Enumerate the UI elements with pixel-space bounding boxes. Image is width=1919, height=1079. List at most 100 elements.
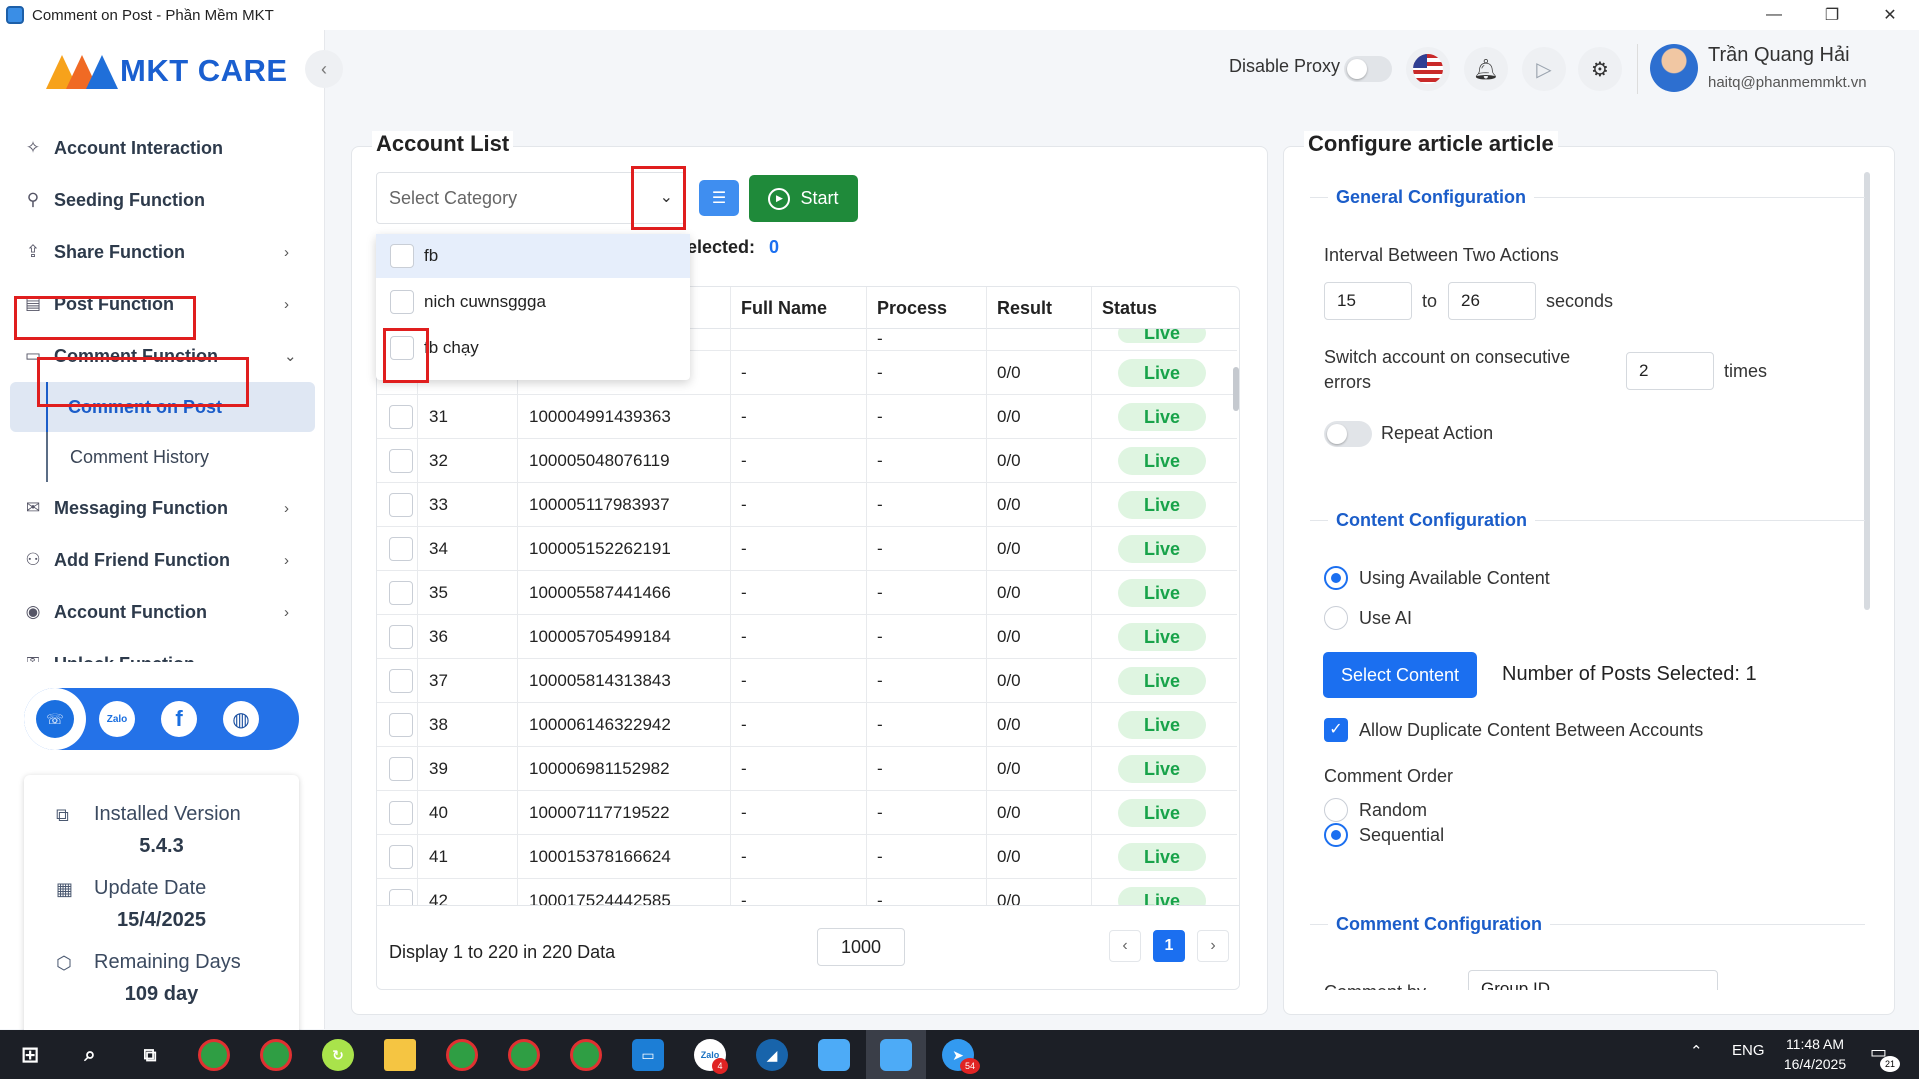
use-ai-radio[interactable] (1324, 606, 1348, 630)
row-checkbox[interactable] (389, 845, 413, 869)
sidebar-subitem-comment-history[interactable]: Comment History (46, 432, 325, 482)
notification-button[interactable]: 🔔︎ (1464, 47, 1508, 91)
row-checkbox[interactable] (389, 669, 413, 693)
order-random-radio[interactable] (1324, 798, 1348, 822)
chrome-icon[interactable] (260, 1039, 292, 1071)
search-icon[interactable]: ⌕ (74, 1039, 106, 1071)
chrome-icon[interactable] (446, 1039, 478, 1071)
table-row[interactable]: 37 100005814313843 - - 0/0 Live (377, 659, 1237, 703)
close-button[interactable]: ✕ (1861, 0, 1919, 30)
table-row[interactable]: 36 100005705499184 - - 0/0 Live (377, 615, 1237, 659)
chrome-icon[interactable] (198, 1039, 230, 1071)
interval-from-input[interactable]: 15 (1324, 282, 1412, 320)
filter-button[interactable]: ☰ (699, 180, 739, 216)
row-checkbox[interactable] (389, 801, 413, 825)
task-view-icon[interactable]: ⧉ (134, 1039, 166, 1071)
page-1-button[interactable]: 1 (1153, 930, 1185, 962)
file-explorer-icon[interactable] (384, 1039, 416, 1071)
sidebar-item-account-function[interactable]: ◉ Account Function › (0, 586, 325, 638)
option-checkbox[interactable] (390, 290, 414, 314)
facebook-link[interactable]: f (148, 688, 210, 750)
minimize-button[interactable]: — (1745, 0, 1803, 30)
table-row[interactable]: 38 100006146322942 - - 0/0 Live (377, 703, 1237, 747)
chrome-icon[interactable] (508, 1039, 540, 1071)
row-checkbox[interactable] (389, 581, 413, 605)
zalo-link[interactable]: Zalo (86, 688, 148, 750)
remote-desktop-icon[interactable]: ▭ (632, 1039, 664, 1071)
row-checkbox[interactable] (389, 405, 413, 429)
tutorial-button[interactable]: ▷ (1522, 47, 1566, 91)
website-link[interactable]: ◍ (210, 688, 272, 750)
mkt-app-icon[interactable] (818, 1039, 850, 1071)
row-checkbox[interactable] (389, 449, 413, 473)
column-header-full-name[interactable]: Full Name (741, 298, 827, 319)
table-row[interactable]: 42 100017524442585 - - 0/0 Live (377, 879, 1237, 905)
category-option-fb[interactable]: fb (376, 234, 690, 278)
category-option-nich-cuwnsggga[interactable]: nich cuwnsggga (376, 280, 690, 324)
start-button[interactable]: ▶ Start (749, 175, 858, 222)
chrome-icon[interactable] (570, 1039, 602, 1071)
chevron-up-icon[interactable]: ⌃ (1690, 1042, 1703, 1060)
table-row[interactable]: 40 100007117719522 - - 0/0 Live (377, 791, 1237, 835)
system-clock[interactable]: 11:48 AM 16/4/2025 (1780, 1034, 1850, 1074)
switch-account-input[interactable]: 2 (1626, 352, 1714, 390)
option-checkbox[interactable] (390, 244, 414, 268)
row-checkbox[interactable] (389, 625, 413, 649)
sidebar-subitem-comment-on-post[interactable]: Comment on Post (10, 382, 315, 432)
allow-duplicate-label: Allow Duplicate Content Between Accounts (1359, 720, 1704, 740)
windows-start-icon[interactable]: ⊞ (14, 1039, 46, 1071)
order-sequential-radio[interactable] (1324, 823, 1348, 847)
support-button[interactable]: ☏ (24, 688, 86, 750)
prev-page-button[interactable]: ‹ (1109, 930, 1141, 962)
row-checkbox[interactable] (389, 493, 413, 517)
sidebar-item-add-friend-function[interactable]: ⚇ Add Friend Function › (0, 534, 325, 586)
app-icon[interactable]: ↻ (322, 1039, 354, 1071)
row-checkbox[interactable] (389, 537, 413, 561)
chevron-down-icon[interactable]: ⌄ (660, 187, 673, 207)
row-checkbox[interactable] (389, 713, 413, 737)
config-scrollbar[interactable] (1864, 172, 1870, 610)
avatar[interactable] (1650, 44, 1698, 92)
table-row[interactable]: 41 100015378166624 - - 0/0 Live (377, 835, 1237, 879)
table-row[interactable]: 33 100005117983937 - - 0/0 Live (377, 483, 1237, 527)
sidebar-collapse-button[interactable]: ‹ (305, 50, 343, 88)
language-button[interactable] (1406, 47, 1450, 91)
table-row[interactable]: 35 100005587441466 - - 0/0 Live (377, 571, 1237, 615)
option-checkbox[interactable] (390, 336, 414, 360)
category-option-fb-chay[interactable]: fb chạy (376, 326, 690, 370)
mkt-care-icon[interactable] (880, 1039, 912, 1071)
category-select[interactable]: Select Category ⌄ (376, 172, 686, 224)
column-header-process[interactable]: Process (877, 298, 947, 319)
allow-duplicate-checkbox[interactable]: ✓ (1324, 718, 1348, 742)
sidebar-item-share-function[interactable]: ⇪ Share Function › (0, 226, 325, 278)
table-row[interactable]: 31 100004991439363 - - 0/0 Live (377, 395, 1237, 439)
table-row[interactable]: 39 100006981152982 - - 0/0 Live (377, 747, 1237, 791)
repeat-action-toggle[interactable] (1324, 421, 1372, 447)
app-icon[interactable]: ◢ (756, 1039, 788, 1071)
row-checkbox[interactable] (389, 889, 413, 905)
app-logo: MKT CARE (46, 46, 288, 96)
interval-to-input[interactable]: 26 (1448, 282, 1536, 320)
column-header-result[interactable]: Result (997, 298, 1052, 319)
comment-by-select[interactable]: Group ID (1468, 970, 1718, 990)
settings-button[interactable]: ⚙ (1578, 47, 1622, 91)
sidebar-item-comment-function[interactable]: ▭ Comment Function ⌄ (0, 330, 325, 382)
cell-no: 35 (429, 583, 448, 602)
table-row[interactable]: 32 100005048076119 - - 0/0 Live (377, 439, 1237, 483)
sidebar-item-post-function[interactable]: ▤ Post Function › (0, 278, 325, 330)
sidebar-item-account-interaction[interactable]: ✧ Account Interaction (0, 122, 325, 174)
language-indicator[interactable]: ENG (1732, 1042, 1765, 1059)
row-checkbox[interactable] (389, 757, 413, 781)
table-row[interactable]: 34 100005152262191 - - 0/0 Live (377, 527, 1237, 571)
sidebar-item-messaging-function[interactable]: ✉ Messaging Function › (0, 482, 325, 534)
available-content-radio[interactable] (1324, 566, 1348, 590)
page-size-input[interactable]: 1000 (817, 928, 905, 966)
column-header-status[interactable]: Status (1102, 298, 1157, 319)
table-scrollbar[interactable] (1233, 367, 1239, 411)
sidebar-item-unlock-function[interactable]: ⚿ Unlock Function › (0, 638, 325, 663)
select-content-button[interactable]: Select Content (1323, 652, 1477, 698)
disable-proxy-toggle[interactable] (1344, 56, 1392, 82)
restore-button[interactable]: ❐ (1803, 0, 1861, 30)
next-page-button[interactable]: › (1197, 930, 1229, 962)
sidebar-item-seeding-function[interactable]: ⚲ Seeding Function (0, 174, 325, 226)
